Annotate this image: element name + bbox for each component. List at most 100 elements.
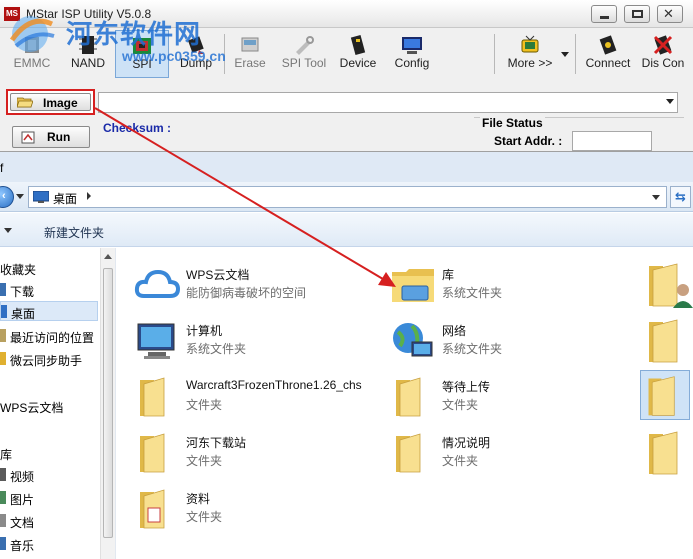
- spi-tool-icon: [296, 36, 314, 55]
- toolbar-connect-button[interactable]: Connect: [582, 30, 634, 78]
- file-description: 能防御病毒破坏的空间: [186, 286, 307, 300]
- nav-item-label: 图片: [10, 493, 35, 507]
- start-addr-label: Start Addr. :: [494, 134, 563, 148]
- file-name: 网络: [442, 324, 467, 338]
- more-dropdown-arrow[interactable]: [561, 52, 569, 57]
- file-list: WPS云文档 能防御病毒破坏的空间 库 系统文件夹 计算机 系统文件夹 网络 系…: [118, 248, 693, 559]
- file-name: 计算机: [186, 324, 223, 338]
- image-button-label: Image: [43, 96, 78, 110]
- organize-dropdown-icon[interactable]: [4, 228, 12, 233]
- toolbar-discon-label: Dis Con: [641, 56, 685, 70]
- image-button[interactable]: Image: [10, 93, 91, 111]
- navigation-pane: 收藏夹 下载 桌面 最近访问的位置 微云同步助手 WPS云文档 库 视频 图片 …: [0, 248, 116, 559]
- toolbar-more-label: More >>: [507, 56, 553, 70]
- nav-item-label: 微云同步助手: [10, 354, 83, 368]
- file-item-pending-upload-folder[interactable]: 等待上传 文件夹: [390, 374, 590, 422]
- history-dropdown-icon[interactable]: [16, 194, 24, 199]
- refresh-button[interactable]: ⇆: [670, 186, 691, 208]
- chevron-down-icon[interactable]: [652, 195, 660, 200]
- new-folder-button[interactable]: 新建文件夹: [44, 224, 104, 241]
- toolbar-device-label: Device: [339, 56, 377, 70]
- tv-icon: [521, 35, 539, 53]
- music-icon: [0, 537, 6, 550]
- toolbar-spi-tool-label: SPI Tool: [281, 56, 327, 70]
- scroll-up-icon[interactable]: [104, 254, 112, 259]
- nav-item-label: 桌面: [11, 307, 36, 321]
- file-name: 资料: [186, 492, 211, 506]
- file-item-materials-folder[interactable]: 资料 文件夹: [134, 486, 374, 534]
- explorer-address-bar: ‹ 桌面 ⇆: [0, 182, 693, 212]
- toolbar-more-button[interactable]: More >>: [505, 30, 555, 78]
- minimize-button[interactable]: [591, 5, 617, 23]
- toolbar-device-button[interactable]: Device: [334, 30, 382, 78]
- refresh-icon: ⇆: [675, 189, 686, 204]
- watermark-logo-icon: [9, 16, 55, 52]
- toolbar-config-button[interactable]: Config: [387, 30, 437, 78]
- toolbar-nand-label: NAND: [70, 56, 105, 70]
- config-icon: [402, 37, 422, 54]
- cloud-icon: [134, 269, 180, 298]
- toolbar-spi-tool-button[interactable]: SPI Tool: [278, 30, 330, 78]
- run-button[interactable]: Run: [12, 126, 90, 148]
- file-name: 等待上传: [442, 380, 491, 394]
- nav-item-label: WPS云文档: [0, 401, 64, 415]
- chevron-down-icon[interactable]: [666, 99, 674, 104]
- file-status-group: File Status Start Addr. :: [474, 116, 684, 153]
- nav-scrollbar[interactable]: [100, 248, 115, 559]
- file-description: 文件夹: [186, 510, 223, 524]
- toolbar-erase-button[interactable]: Erase: [228, 30, 272, 78]
- file-name: Warcraft3FrozenThrone1.26_chs: [186, 378, 362, 392]
- back-button[interactable]: ‹: [0, 186, 14, 208]
- computer-icon: [137, 323, 175, 359]
- toolbar-discon-button[interactable]: Dis Con: [637, 30, 689, 78]
- maximize-button[interactable]: [624, 5, 650, 23]
- watermark-text: 河东软件网: [66, 20, 202, 50]
- file-description: 文件夹: [186, 398, 223, 412]
- documents-icon: [0, 514, 6, 527]
- start-addr-input[interactable]: [572, 131, 652, 151]
- file-item-computer[interactable]: 计算机 系统文件夹: [134, 318, 374, 366]
- isp-utility-window: MS MStar ISP Utility V5.0.8 ✕ EMMC NAND …: [0, 0, 693, 152]
- scrollbar-thumb[interactable]: [103, 268, 113, 538]
- file-item-hedong-download-folder[interactable]: 河东下载站 文件夹: [134, 430, 374, 478]
- run-button-label: Run: [47, 130, 71, 144]
- folder-icon: [140, 433, 165, 473]
- explorer-title-bar[interactable]: f: [0, 152, 693, 182]
- watermark-url: www.pc0359.cn: [122, 48, 226, 64]
- open-folder-icon: [17, 97, 33, 108]
- folder-icon: [140, 377, 165, 417]
- image-path-combobox[interactable]: [98, 92, 678, 113]
- file-item-network[interactable]: 网络 系统文件夹: [390, 318, 590, 366]
- file-description: 文件夹: [442, 454, 479, 468]
- file-name: 河东下载站: [186, 436, 247, 450]
- file-item-warcraft-folder[interactable]: Warcraft3FrozenThrone1.26_chs 文件夹: [134, 374, 384, 422]
- minimize-icon: [600, 16, 609, 19]
- close-button[interactable]: ✕: [657, 5, 683, 23]
- folder-icon: [140, 489, 165, 529]
- folder-icon[interactable]: [643, 316, 693, 366]
- file-description: 文件夹: [186, 454, 223, 468]
- screen-root: MS MStar ISP Utility V5.0.8 ✕ EMMC NAND …: [0, 0, 693, 559]
- address-location[interactable]: 桌面: [53, 190, 77, 207]
- explorer-title-fragment: f: [0, 161, 4, 175]
- file-item-library[interactable]: 库 系统文件夹: [390, 262, 590, 310]
- file-description: 系统文件夹: [442, 342, 503, 356]
- selected-folder-item[interactable]: [640, 370, 690, 420]
- folder-icon: [648, 376, 675, 416]
- close-icon: ✕: [663, 6, 674, 21]
- folder-icon[interactable]: [643, 428, 693, 478]
- file-item-wps-cloud[interactable]: WPS云文档 能防御病毒破坏的空间: [134, 262, 374, 310]
- user-folder-icon[interactable]: [643, 260, 693, 310]
- file-name: WPS云文档: [186, 268, 250, 282]
- address-box[interactable]: 桌面: [28, 186, 667, 208]
- nav-item-desktop[interactable]: 桌面: [0, 301, 98, 321]
- folder-icon: [396, 433, 421, 473]
- toolbar-erase-label: Erase: [234, 56, 266, 70]
- breadcrumb-chevron-icon[interactable]: [87, 192, 91, 200]
- file-description: 系统文件夹: [442, 286, 503, 300]
- erase-icon: [241, 37, 259, 52]
- toolbar-config-label: Config: [394, 56, 430, 70]
- nav-item-label: 音乐: [10, 539, 35, 553]
- file-description: 系统文件夹: [186, 342, 247, 356]
- file-item-situation-folder[interactable]: 情况说明 文件夹: [390, 430, 590, 478]
